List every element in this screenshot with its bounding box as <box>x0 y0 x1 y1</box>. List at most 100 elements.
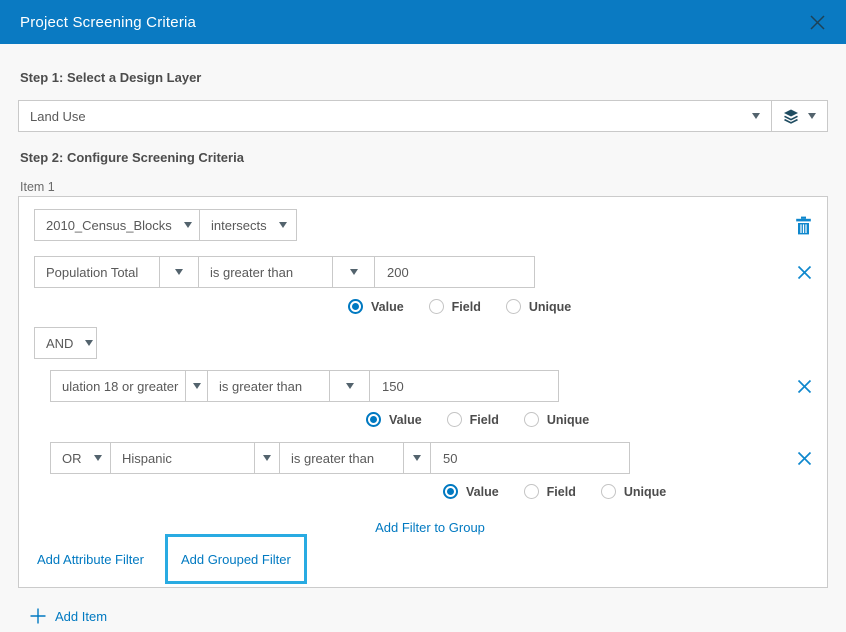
criteria-layer-select[interactable]: 2010_Census_Blocks <box>34 209 200 241</box>
item-panel: 2010_Census_Blocks intersects Population… <box>18 196 828 588</box>
step1-heading: Step 1: Select a Design Layer <box>20 70 828 86</box>
radio-option-value[interactable]: Value <box>443 484 499 499</box>
operator-value: is greater than <box>219 379 302 394</box>
value-input[interactable] <box>374 256 535 288</box>
plus-icon <box>30 608 46 624</box>
field-combobox[interactable]: ulation 18 or greater <box>50 370 186 402</box>
add-grouped-filter-link[interactable]: Add Grouped Filter <box>181 552 291 567</box>
value-input[interactable] <box>369 370 559 402</box>
chevron-down-icon <box>752 113 760 119</box>
chevron-down-icon <box>413 455 421 461</box>
trash-icon <box>795 216 812 235</box>
layers-icon <box>783 109 799 124</box>
attribute-filter-row: Population Total is greater than <box>34 256 812 288</box>
chevron-down-icon <box>175 269 183 275</box>
chevron-down-icon <box>184 222 192 228</box>
radio-selected-icon[interactable] <box>366 412 381 427</box>
chevron-down-icon <box>350 269 358 275</box>
value-type-radio-group: Value Field Unique <box>443 484 812 499</box>
design-layer-value: Land Use <box>30 109 86 124</box>
spatial-filter-row: 2010_Census_Blocks intersects <box>34 209 812 241</box>
operator-dropdown-button[interactable] <box>332 256 375 288</box>
dialog-title: Project Screening Criteria <box>20 14 196 31</box>
spatial-operator-value: intersects <box>211 218 267 233</box>
radio-unselected-icon[interactable] <box>524 484 539 499</box>
group-filter-row: ulation 18 or greater is greater than <box>50 370 812 402</box>
chevron-down-icon <box>85 340 93 346</box>
radio-label: Field <box>452 300 481 314</box>
field-dropdown-button[interactable] <box>185 370 208 402</box>
field-combobox[interactable]: Population Total <box>34 256 160 288</box>
step2-heading: Step 2: Configure Screening Criteria <box>20 150 828 166</box>
close-button[interactable] <box>809 14 826 31</box>
radio-label: Value <box>371 300 404 314</box>
field-dropdown-button[interactable] <box>254 442 280 474</box>
remove-filter-button[interactable] <box>797 451 812 466</box>
field-combobox[interactable]: Hispanic <box>110 442 255 474</box>
radio-label: Field <box>547 485 576 499</box>
field-value: ulation 18 or greater <box>62 379 178 394</box>
remove-filter-button[interactable] <box>797 265 812 280</box>
dialog-header: Project Screening Criteria <box>0 0 846 44</box>
chevron-down-icon <box>94 455 102 461</box>
radio-selected-icon[interactable] <box>348 299 363 314</box>
layer-options-button[interactable] <box>771 100 828 132</box>
radio-option-field[interactable]: Field <box>524 484 576 499</box>
filter-links-row: Add Attribute Filter Add Grouped Filter <box>34 534 812 584</box>
group-filter-row: OR Hispanic is greater than <box>50 442 812 474</box>
item-label: Item 1 <box>20 180 828 194</box>
radio-unselected-icon[interactable] <box>601 484 616 499</box>
logic-operator-select[interactable]: AND <box>34 327 97 359</box>
radio-unselected-icon[interactable] <box>524 412 539 427</box>
operator-combobox[interactable]: is greater than <box>207 370 330 402</box>
add-attribute-filter-link[interactable]: Add Attribute Filter <box>37 552 144 567</box>
dialog-body: Step 1: Select a Design Layer Land Use S… <box>0 44 846 624</box>
radio-option-value[interactable]: Value <box>348 299 404 314</box>
operator-combobox[interactable]: is greater than <box>198 256 333 288</box>
add-item-label: Add Item <box>55 609 107 624</box>
operator-dropdown-button[interactable] <box>403 442 431 474</box>
operator-value: is greater than <box>210 265 293 280</box>
operator-value: is greater than <box>291 451 374 466</box>
delete-item-button[interactable] <box>795 216 812 235</box>
radio-option-unique[interactable]: Unique <box>601 484 666 499</box>
radio-label: Value <box>389 413 422 427</box>
chevron-down-icon <box>193 383 201 389</box>
close-icon <box>797 379 812 394</box>
radio-selected-icon[interactable] <box>443 484 458 499</box>
radio-unselected-icon[interactable] <box>429 299 444 314</box>
radio-unselected-icon[interactable] <box>506 299 521 314</box>
radio-option-field[interactable]: Field <box>447 412 499 427</box>
logic-operator-value: OR <box>62 451 82 466</box>
value-type-radio-group: Value Field Unique <box>348 299 812 314</box>
logic-operator-value: AND <box>46 336 73 351</box>
field-value: Hispanic <box>122 451 172 466</box>
chevron-down-icon <box>263 455 271 461</box>
operator-dropdown-button[interactable] <box>329 370 370 402</box>
add-filter-to-group-link[interactable]: Add Filter to Group <box>375 520 485 535</box>
add-grouped-filter-highlight: Add Grouped Filter <box>165 534 307 584</box>
chevron-down-icon <box>346 383 354 389</box>
criteria-layer-value: 2010_Census_Blocks <box>46 218 172 233</box>
radio-label: Unique <box>624 485 666 499</box>
radio-option-value[interactable]: Value <box>366 412 422 427</box>
radio-unselected-icon[interactable] <box>447 412 462 427</box>
remove-filter-button[interactable] <box>797 379 812 394</box>
value-input[interactable] <box>430 442 630 474</box>
close-icon <box>797 265 812 280</box>
radio-label: Value <box>466 485 499 499</box>
chevron-down-icon <box>279 222 287 228</box>
spatial-operator-select[interactable]: intersects <box>199 209 297 241</box>
radio-option-field[interactable]: Field <box>429 299 481 314</box>
add-item-button[interactable]: Add Item <box>30 608 107 624</box>
radio-option-unique[interactable]: Unique <box>524 412 589 427</box>
field-dropdown-button[interactable] <box>159 256 199 288</box>
field-value: Population Total <box>46 265 138 280</box>
radio-label: Field <box>470 413 499 427</box>
logic-operator-select[interactable]: OR <box>50 442 111 474</box>
operator-combobox[interactable]: is greater than <box>279 442 404 474</box>
design-layer-select[interactable]: Land Use <box>18 100 772 132</box>
close-icon <box>809 14 826 31</box>
design-layer-row: Land Use <box>18 100 828 132</box>
radio-option-unique[interactable]: Unique <box>506 299 571 314</box>
